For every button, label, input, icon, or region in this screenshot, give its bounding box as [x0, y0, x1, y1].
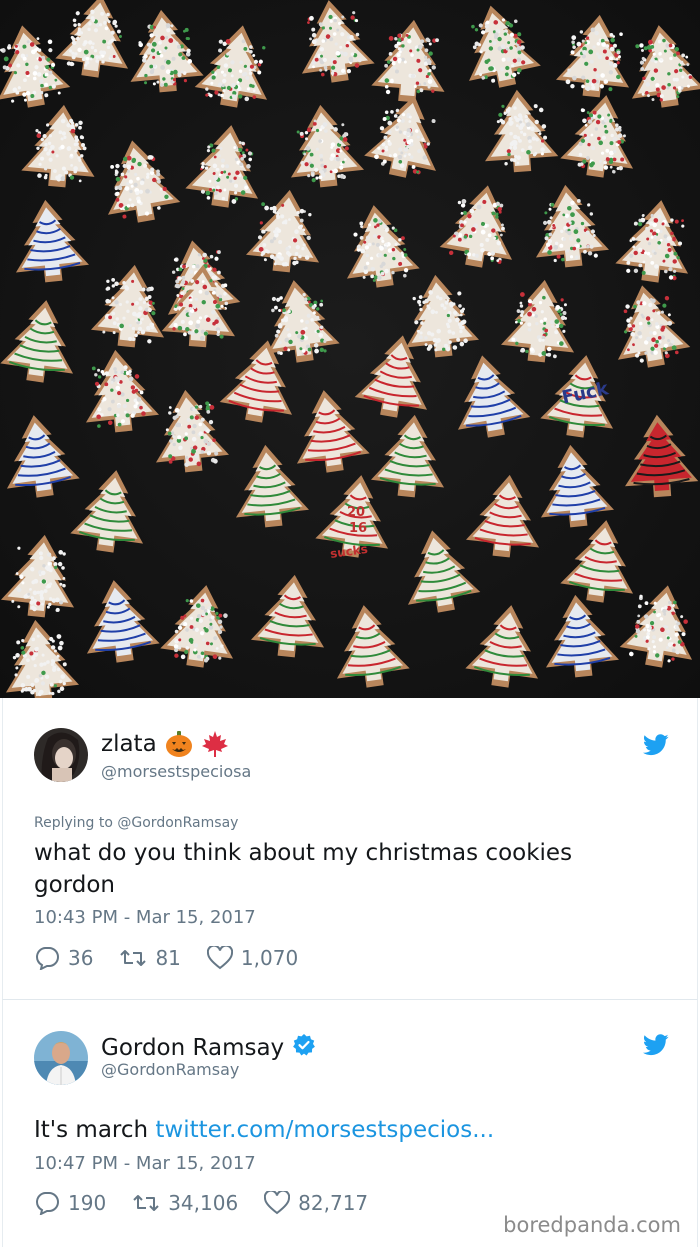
twitter-bird-icon[interactable] — [642, 734, 669, 756]
retweet-icon — [120, 950, 147, 966]
display-name-zlata[interactable]: zlata — [101, 730, 229, 758]
heart-icon — [206, 946, 233, 970]
display-name-text: Gordon Ramsay — [101, 1035, 285, 1061]
tweet-zlata: zlata @morsestspeciosa Replying to @Gord… — [2, 698, 698, 1000]
retweet-count: 81 — [155, 946, 181, 970]
reply-button[interactable]: 190 — [34, 1191, 106, 1215]
heart-icon — [264, 1191, 291, 1215]
reply-icon — [36, 1192, 59, 1215]
cookie-text-20: 20 — [347, 505, 365, 520]
retweet-icon — [133, 1195, 159, 1211]
tweet-text-prefix: It's march — [34, 1117, 149, 1143]
cookie-text-16: 16 — [349, 521, 367, 536]
like-count: 1,070 — [240, 946, 299, 970]
retweet-button[interactable]: 34,106 — [132, 1191, 238, 1215]
handle-zlata[interactable]: @morsestspeciosa — [101, 762, 251, 781]
tweet-text: what do you think about my christmas coo… — [34, 840, 573, 898]
tweet-photo[interactable]: Fuck 20 16 sucks — [0, 0, 700, 698]
twitter-bird-icon[interactable] — [642, 1034, 669, 1056]
replying-prefix: Replying to — [34, 815, 113, 831]
replying-to-handle-link[interactable]: @GordonRamsay — [117, 815, 238, 831]
cookie-photo-image: Fuck 20 16 sucks — [0, 0, 700, 698]
tweet-actions: 36 81 1,070 — [34, 946, 324, 970]
reply-count: 190 — [68, 1191, 107, 1215]
like-button[interactable]: 82,717 — [264, 1191, 368, 1215]
verified-badge-icon — [292, 1033, 316, 1063]
maple-leaf-icon — [201, 730, 229, 758]
tweet-timestamp[interactable]: 10:43 PM - Mar 15, 2017 — [34, 907, 256, 928]
avatar-gordon-ramsay[interactable] — [34, 1031, 88, 1085]
replying-to-line: Replying to @GordonRamsay — [34, 815, 238, 831]
jack-o-lantern-icon — [165, 730, 193, 758]
avatar-zlata[interactable] — [34, 728, 88, 782]
display-name-gordon-ramsay[interactable]: Gordon Ramsay — [101, 1033, 316, 1063]
handle-gordon-ramsay[interactable]: @GordonRamsay — [101, 1060, 239, 1079]
tweet-timestamp[interactable]: 10:47 PM - Mar 15, 2017 — [34, 1153, 256, 1174]
like-count: 82,717 — [298, 1191, 369, 1215]
tweet-media-link[interactable]: twitter.com/morsestspecios... — [155, 1117, 494, 1143]
boredpanda-watermark: boredpanda.com — [503, 1213, 681, 1237]
reply-count: 36 — [68, 946, 94, 970]
tweet-text: It's march twitter.com/morsestspecios... — [34, 1114, 654, 1146]
retweet-button[interactable]: 81 — [119, 946, 181, 970]
tweet-actions: 190 34,106 82,717 — [34, 1191, 394, 1215]
retweet-count: 34,106 — [168, 1191, 239, 1215]
display-name-text: zlata — [101, 731, 157, 757]
tweet-gordon-ramsay: Gordon Ramsay @GordonRamsay It's march t… — [2, 1000, 698, 1247]
reply-icon — [36, 947, 59, 970]
like-button[interactable]: 1,070 — [206, 946, 299, 970]
reply-button[interactable]: 36 — [34, 946, 93, 970]
